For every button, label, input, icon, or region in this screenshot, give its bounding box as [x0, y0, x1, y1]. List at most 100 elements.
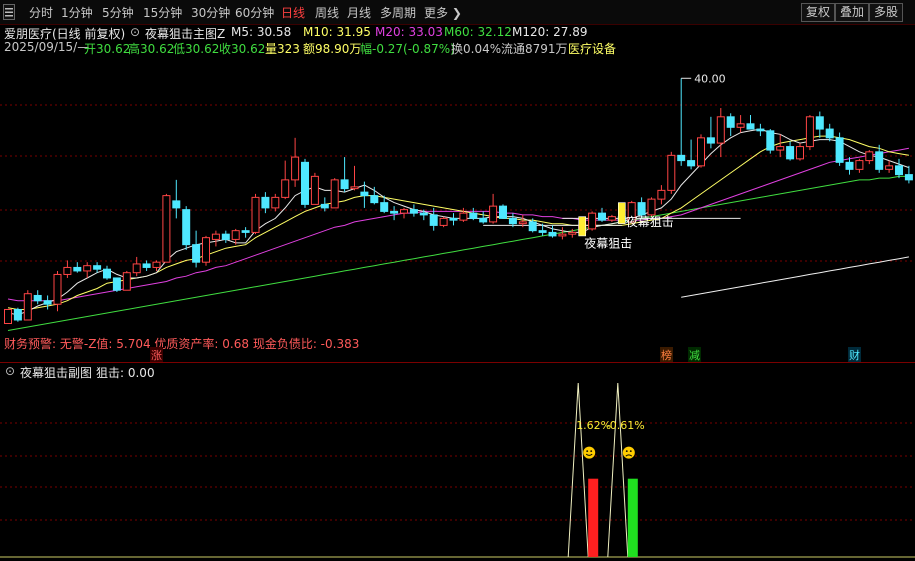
- sad-face-icon: [622, 446, 635, 459]
- candle: [103, 265, 111, 280]
- ma20-line: [7, 147, 909, 302]
- menu-toggle-icon[interactable]: [3, 4, 15, 20]
- candle-body: [340, 179, 349, 190]
- candle-body: [419, 212, 428, 216]
- candle: [4, 308, 12, 324]
- tab-daily[interactable]: 日线: [281, 4, 305, 21]
- signal-bar: [617, 202, 626, 224]
- tab-multi-period[interactable]: 多周期: [380, 4, 416, 21]
- candle: [716, 108, 725, 158]
- tab-60min[interactable]: 60分钟: [235, 4, 274, 21]
- candle-body: [330, 179, 339, 209]
- candle: [805, 115, 814, 151]
- candle-body: [251, 196, 260, 233]
- smile-face-icon-head: [583, 446, 596, 459]
- candle: [904, 165, 913, 184]
- candle-body: [449, 217, 458, 221]
- candle-body: [53, 273, 62, 305]
- candle-body: [281, 179, 290, 198]
- candle-body: [380, 202, 389, 212]
- ma20-label: M20: 33.03: [375, 25, 443, 39]
- smile-face-icon-eye: [590, 450, 593, 452]
- tab-weekly[interactable]: 周线: [315, 4, 339, 21]
- candle-body: [231, 230, 240, 240]
- candle-body: [796, 146, 804, 160]
- candle-body: [508, 217, 517, 225]
- candle: [647, 197, 656, 217]
- candle-body: [479, 217, 488, 223]
- candle: [241, 227, 250, 238]
- candle: [786, 141, 795, 161]
- candlestick-chart[interactable]: 夜幕狙击夜幕狙击40.00: [0, 52, 915, 362]
- candle-body: [132, 263, 141, 274]
- candle-body: [697, 137, 705, 167]
- multi-stock-button[interactable]: 多股: [869, 3, 904, 22]
- smile-face-icon: [583, 446, 596, 459]
- candle-body: [400, 209, 408, 214]
- smile-face-icon-eye: [586, 450, 589, 452]
- candle: [796, 143, 804, 161]
- sub-indicator-settings-icon[interactable]: ⊙: [5, 364, 15, 378]
- candle-body: [706, 137, 715, 144]
- signal-label: 夜幕狙击: [626, 214, 674, 229]
- tab-1min[interactable]: 1分钟: [61, 4, 93, 21]
- event-ranking[interactable]: 榜: [660, 347, 673, 363]
- tab-more[interactable]: 更多 ❯: [424, 4, 462, 21]
- candle-body: [43, 300, 52, 305]
- sub-indicator-chart[interactable]: 1.62%-0.61%: [0, 379, 915, 561]
- candle: [192, 230, 201, 268]
- candle: [23, 290, 32, 321]
- candle-body: [677, 154, 686, 162]
- tab-15min[interactable]: 15分钟: [143, 4, 182, 21]
- candle: [548, 225, 557, 238]
- candle-body: [409, 209, 418, 214]
- candle-body: [776, 146, 785, 151]
- event-reduce[interactable]: 减: [688, 347, 701, 363]
- candle-body: [607, 216, 616, 221]
- candle-body: [439, 217, 448, 226]
- event-finance[interactable]: 财: [848, 347, 861, 363]
- candle-body: [390, 210, 399, 214]
- candle-body: [558, 233, 567, 237]
- signal-spike: [567, 382, 589, 558]
- candle-body: [489, 205, 498, 223]
- candle: [588, 211, 597, 231]
- candle: [330, 178, 339, 209]
- candle: [221, 230, 230, 243]
- signal-bar: [588, 478, 599, 557]
- candle: [43, 295, 52, 310]
- sad-face-icon-eye: [629, 450, 632, 452]
- candle-body: [93, 265, 102, 270]
- candle: [677, 78, 686, 166]
- candle: [53, 270, 62, 312]
- candle-body: [598, 212, 606, 221]
- percent-annotation: -0.61%: [606, 419, 645, 432]
- fuquan-button[interactable]: 复权: [801, 3, 836, 22]
- candle-body: [142, 263, 151, 268]
- candle-body: [310, 175, 319, 205]
- tab-5min[interactable]: 5分钟: [102, 4, 134, 21]
- candle-body: [885, 165, 894, 170]
- candle-body: [291, 156, 300, 181]
- candle: [281, 160, 290, 200]
- overlay-button[interactable]: 叠加: [835, 3, 870, 22]
- candle: [63, 260, 72, 278]
- tab-30min[interactable]: 30分钟: [191, 4, 230, 21]
- candle: [885, 160, 894, 173]
- candle-body: [865, 151, 874, 162]
- candle-body: [350, 186, 359, 190]
- candle: [697, 134, 705, 168]
- candle: [301, 158, 309, 208]
- tab-fenshi[interactable]: 分时: [29, 4, 53, 21]
- candle-body: [538, 230, 547, 233]
- indicator-settings-icon[interactable]: ⊙: [130, 25, 140, 39]
- candle: [726, 113, 735, 137]
- candle-body: [875, 151, 884, 170]
- candle-body: [904, 174, 913, 181]
- tab-monthly[interactable]: 月线: [347, 4, 371, 21]
- candle: [756, 123, 765, 137]
- candle-body: [271, 196, 280, 209]
- candle-body: [320, 203, 329, 209]
- event-limit-up[interactable]: 涨: [150, 347, 163, 363]
- candle: [33, 290, 42, 305]
